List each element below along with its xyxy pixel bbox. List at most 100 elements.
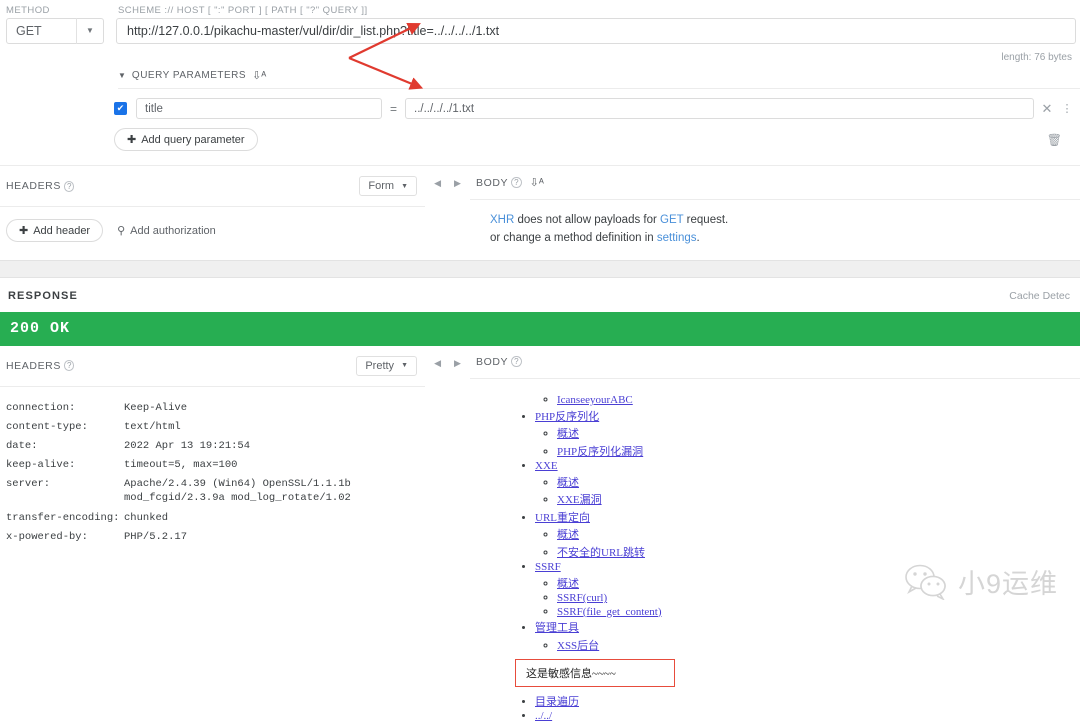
request-length-note: length: 76 bytes [1001,52,1072,63]
response-header-value: PHP/5.2.17 [124,530,188,543]
request-headers-body-split: HEADERS ? Form ▼ ✚ Add header ⚲ Add auth… [0,165,1080,248]
request-body-header: BODY ? ⇩ᴬ [470,166,1080,199]
query-parameter-row: ✔ title = ../../../../1.txt ✕ ⋮ [0,89,1080,119]
scheme-label: SCHEME :// HOST [ ":" PORT ] [ PATH [ "?… [118,5,368,16]
method-select-value: GET [16,24,42,38]
table-row: keep-alive: timeout=5, max=100 [6,458,424,477]
request-body-note-line2: or change a method definition in setting… [490,230,1080,248]
query-parameter-key-input[interactable]: title [136,98,382,119]
response-body-link[interactable]: 概述 [557,428,579,440]
response-headers-format-value: Pretty [365,359,395,372]
close-icon[interactable]: ✕ [1034,101,1060,117]
response-body-link[interactable]: SSRF(curl) [557,592,607,604]
response-body-content: IcanseeyourABCPHP反序列化概述PHP反序列化漏洞XXE概述XXE… [470,379,1080,723]
response-body-link[interactable]: SSRF(file_get_content) [557,606,662,618]
request-headers-header: HEADERS ? Form ▼ [0,166,425,206]
response-header-key: server: [6,478,51,491]
response-body-link[interactable]: IcanseeyourABC [557,394,633,406]
xhr-link[interactable]: XHR [490,214,514,226]
response-header-key: content-type: [6,420,88,433]
list-item: 不安全的URL跳转 [557,544,1080,560]
pane-separator-band[interactable] [0,259,1080,278]
response-body-trailing-list: 目录遍历 ../../ [515,693,1080,723]
settings-link[interactable]: settings [657,232,697,244]
response-body-link[interactable]: PHP反序列化 [535,411,599,423]
response-body-link[interactable]: XSS后台 [557,640,599,652]
list-item: SSRF(file_get_content) [557,606,1080,618]
url-input[interactable]: http://127.0.0.1/pikachu-master/vul/dir/… [116,18,1076,44]
response-body-link[interactable]: XXE [535,460,558,472]
response-body-link[interactable]: PHP反序列化漏洞 [557,446,643,458]
response-header-value: Keep-Alive [124,401,188,414]
collapse-left-icon[interactable]: ◀ [434,178,441,189]
query-parameter-equals: = [390,101,398,116]
response-body-title: BODY [476,355,509,368]
add-header-label: Add header [33,224,91,237]
response-body-link[interactable]: XXE漏洞 [557,494,602,506]
response-body-link[interactable]: 概述 [557,477,579,489]
add-query-parameter-row: ✚ Add query parameter 🗑 [0,119,1080,151]
response-body-section: BODY ? IcanseeyourABC PHP反序列化概述 PHP反序列化漏洞 X… [470,346,1080,724]
list-item: IcanseeyourABC [557,394,1080,406]
sort-icon[interactable]: ⇩ᴬ [252,69,266,82]
response-header-value: text/html [124,420,181,433]
help-icon[interactable]: ? [511,177,522,188]
list-item: XXE 概述 XXE漏洞 [535,460,1080,507]
more-vertical-icon[interactable]: ⋮ [1060,102,1074,115]
request-headers-format-dropdown[interactable]: Form ▼ [359,176,417,196]
note-text-4: . [696,231,700,244]
response-headers-title: HEADERS [6,359,61,372]
list-item: 概述 [557,425,1080,441]
collapse-right-icon[interactable]: ▶ [454,358,461,369]
chevron-down-icon[interactable]: ▼ [77,18,103,44]
method-select[interactable]: GET ▼ [6,18,104,44]
query-parameter-enabled-checkbox[interactable]: ✔ [114,102,127,115]
response-body-list-level1: IcanseeyourABCPHP反序列化概述PHP反序列化漏洞XXE概述XXE… [515,394,1080,653]
response-headers-format-dropdown[interactable]: Pretty ▼ [356,355,417,376]
link-clipped[interactable] [515,387,526,393]
list-item: XSS后台 [557,637,1080,653]
collapse-triangle-icon[interactable]: ▼ [118,71,126,80]
response-headers-section: HEADERS ? Pretty ▼ connection: Keep-Alive… [0,346,425,724]
add-authorization-button[interactable]: ⚲ Add authorization [117,224,216,238]
response-body-header: BODY ? [470,346,1080,378]
response-body-link[interactable]: SSRF [535,561,561,573]
get-link[interactable]: GET [660,214,683,226]
response-body-link[interactable]: 不安全的URL跳转 [557,547,645,559]
sort-icon[interactable]: ⇩ᴬ [530,176,544,189]
response-header-key: connection: [6,401,76,414]
collapse-right-icon[interactable]: ▶ [454,178,461,189]
response-header-key: x-powered-by: [6,530,88,543]
clipped-link-top [515,387,1080,393]
add-query-parameter-button[interactable]: ✚ Add query parameter [114,128,258,151]
help-icon[interactable]: ? [63,360,75,372]
request-headers-body: ✚ Add header ⚲ Add authorization [0,207,425,242]
response-header-value: 2022 Apr 13 19:21:54 [124,439,251,452]
help-icon[interactable]: ? [511,356,522,368]
response-body-link[interactable]: ../../ [535,710,552,722]
response-body-link[interactable]: 管理工具 [535,622,579,634]
add-header-button[interactable]: ✚ Add header [6,219,104,242]
url-row: GET ▼ http://127.0.0.1/pikachu-master/vu… [0,16,1080,44]
response-headers-header: HEADERS ? Pretty ▼ [0,346,425,386]
collapse-left-icon[interactable]: ◀ [434,358,441,369]
response-status-text: 200 OK [10,320,71,338]
table-row: date: 2022 Apr 13 19:21:54 [6,439,424,458]
response-body-link[interactable]: 目录遍历 [535,696,579,708]
response-body-link[interactable]: 概述 [557,578,579,590]
query-parameter-value-input[interactable]: ../../../../1.txt [405,98,1034,119]
response-header-value: timeout=5, max=100 [124,459,238,472]
watermark: 小9运维 [904,562,1058,601]
table-row: x-powered-by: PHP/5.2.17 [6,530,424,549]
list-item: 目录遍历 [535,693,1080,709]
response-body-link[interactable]: URL重定向 [535,512,590,524]
response-body-link[interactable]: 概述 [557,529,579,541]
trash-icon[interactable]: 🗑 [1047,133,1062,147]
method-label: METHOD [6,5,50,16]
response-header-key: transfer-encoding: [6,511,120,524]
key-icon: ⚲ [117,225,126,237]
query-parameters-header[interactable]: ▼ QUERY PARAMETERS ⇩ᴬ [0,63,1080,86]
help-icon[interactable]: ? [63,180,75,192]
request-headers-title: HEADERS [6,180,61,192]
chevron-down-icon: ▼ [401,182,408,190]
